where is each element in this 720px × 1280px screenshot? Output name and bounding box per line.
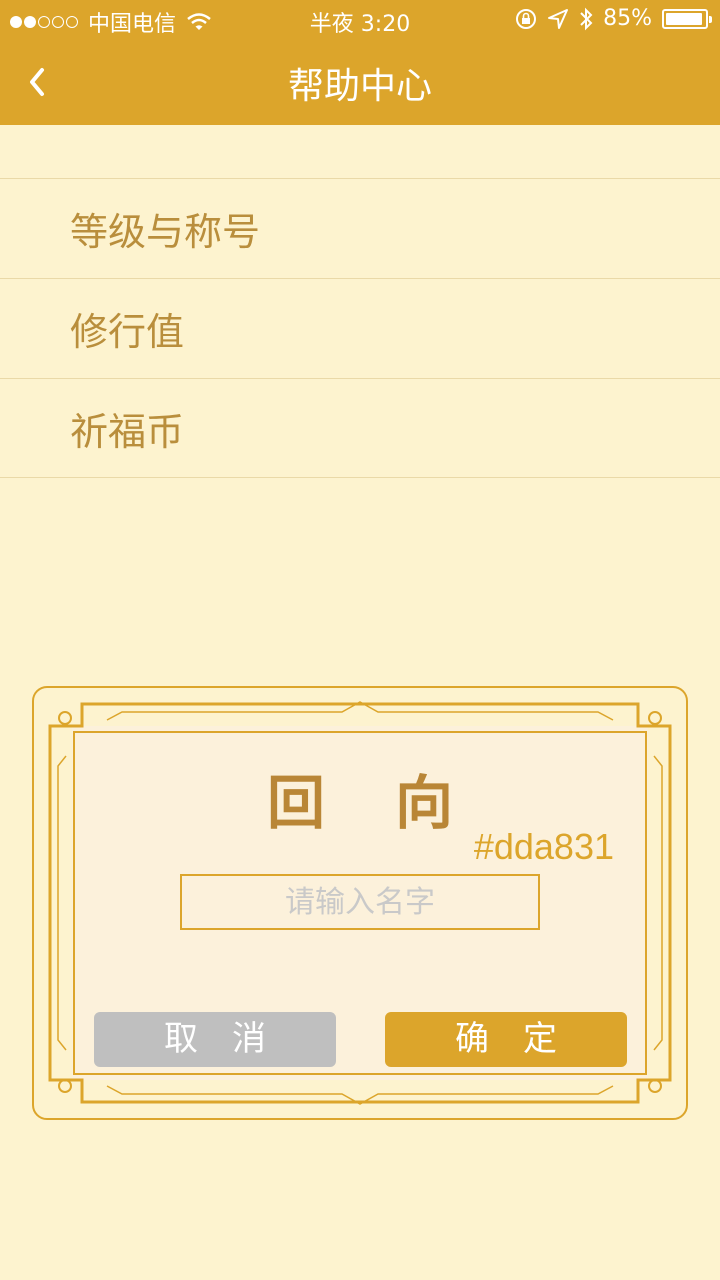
nav-bar: 帮助中心	[0, 38, 720, 125]
battery-percent: 85%	[603, 6, 652, 31]
status-bar: 中国电信 半夜 3:20 85%	[0, 0, 720, 38]
help-item-practice-value[interactable]: 修行值	[0, 278, 720, 378]
dedication-dialog: 回向 #dda831 取消 确定	[32, 686, 688, 1120]
help-item-level-title[interactable]: 等级与称号	[0, 178, 720, 278]
color-code-label: #dda831	[473, 826, 614, 867]
help-item-blessing-coin[interactable]: 祈福币	[0, 378, 720, 478]
location-arrow-icon	[548, 8, 569, 29]
help-item-label: 修行值	[70, 310, 185, 354]
confirm-button[interactable]: 确定	[385, 1012, 627, 1067]
help-item-label: 祈福币	[70, 409, 185, 454]
status-right: 85%	[505, 6, 712, 31]
battery-icon	[662, 8, 712, 29]
page-title: 帮助中心	[287, 66, 432, 107]
name-input[interactable]	[180, 874, 540, 930]
cancel-button[interactable]: 取消	[94, 1012, 336, 1067]
help-item-label: 等级与称号	[70, 210, 261, 254]
top-bar: 中国电信 半夜 3:20 85% 帮助中心	[0, 0, 720, 125]
bluetooth-icon	[580, 7, 593, 30]
rotation-lock-icon	[516, 8, 537, 29]
help-topic-list: 等级与称号 修行值 祈福币	[0, 178, 720, 478]
